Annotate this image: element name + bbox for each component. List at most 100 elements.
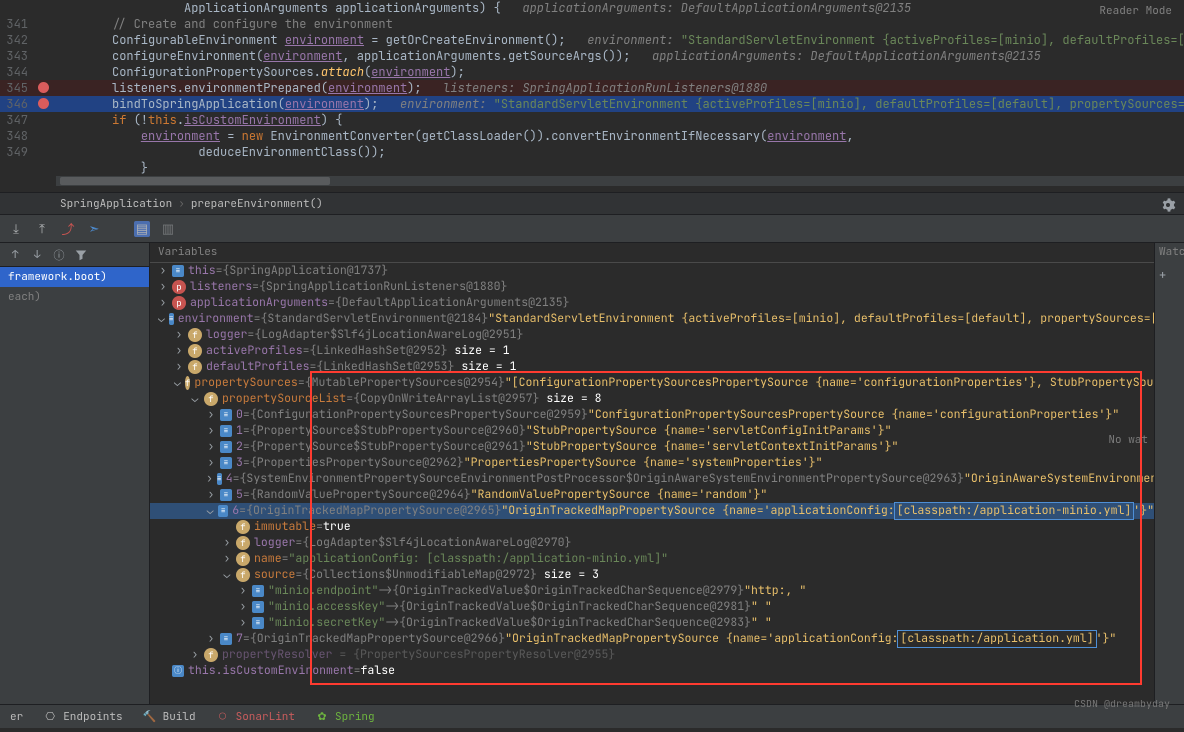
- sb-er[interactable]: er: [10, 710, 23, 724]
- caret-icon[interactable]: ›: [174, 359, 184, 375]
- variables-tree[interactable]: ›≡this = {SpringApplication@1737}›pliste…: [150, 263, 1154, 704]
- tree-node[interactable]: ›≡"minio.secretKey" -> {OriginTrackedVal…: [150, 615, 1154, 631]
- caret-icon[interactable]: ›: [222, 535, 232, 551]
- tree-node[interactable]: ›≡2 = {PropertySource$StubPropertySource…: [150, 439, 1154, 455]
- caret-icon[interactable]: ›: [158, 295, 168, 311]
- tree-node[interactable]: ›≡0 = {ConfigurationPropertySourcesPrope…: [150, 407, 1154, 423]
- caret-icon[interactable]: ›: [174, 327, 184, 343]
- tree-node[interactable]: ›≡4 = {SystemEnvironmentPropertySourceEn…: [150, 471, 1154, 487]
- breakpoint-icon[interactable]: [38, 98, 49, 109]
- tree-node[interactable]: fimmutable = true: [150, 519, 1154, 535]
- caret-icon[interactable]: ›: [206, 407, 216, 423]
- code-line[interactable]: 341// Create and configure the environme…: [0, 16, 1184, 32]
- code-line[interactable]: 346bindToSpringApplication(environment);…: [0, 96, 1184, 112]
- editor-horizontal-scrollbar[interactable]: [56, 176, 1184, 186]
- caret-icon[interactable]: ›: [206, 487, 216, 503]
- tree-node[interactable]: ⌄fsource = {Collections$UnmodifiableMap@…: [150, 567, 1154, 583]
- caret-icon[interactable]: ›: [206, 423, 216, 439]
- evaluate-icon[interactable]: ▤: [134, 221, 150, 237]
- code-line[interactable]: 348 environment = new EnvironmentConvert…: [0, 128, 1184, 144]
- breakpoint-gutter[interactable]: [36, 144, 56, 160]
- breakpoint-gutter[interactable]: [36, 80, 56, 96]
- tree-node[interactable]: ›fdefaultProfiles = {LinkedHashSet@2953}…: [150, 359, 1154, 375]
- breakpoint-gutter[interactable]: [36, 16, 56, 32]
- caret-icon[interactable]: ›: [174, 343, 184, 359]
- sb-spring[interactable]: ✿ Spring: [315, 710, 375, 724]
- caret-icon[interactable]: ›: [206, 471, 213, 487]
- code-line[interactable]: 343configureEnvironment(environment, app…: [0, 48, 1184, 64]
- crumb-method[interactable]: prepareEnvironment(): [191, 197, 323, 211]
- tree-node[interactable]: ›fpropertyResolver = {PropertySourcesPro…: [150, 647, 1154, 663]
- frame-row[interactable]: each): [0, 287, 149, 307]
- funnel-icon[interactable]: [72, 246, 90, 264]
- scrollbar-thumb[interactable]: [60, 177, 330, 185]
- caret-icon[interactable]: ›: [222, 551, 232, 567]
- layout-icon[interactable]: ▥: [160, 221, 176, 237]
- tree-node[interactable]: ›≡this = {SpringApplication@1737}: [150, 263, 1154, 279]
- tree-node[interactable]: ›≡3 = {PropertiesPropertySource@2962} "P…: [150, 455, 1154, 471]
- tree-node[interactable]: ›flogger = {LogAdapter$Slf4jLocationAwar…: [150, 535, 1154, 551]
- caret-icon[interactable]: ⌄: [190, 391, 200, 407]
- caret-icon[interactable]: ›: [206, 631, 216, 647]
- step-out-icon[interactable]: ⤴: [60, 221, 76, 237]
- tree-node[interactable]: ›≡7 = {OriginTrackedMapPropertySource@29…: [150, 631, 1154, 647]
- frames-down-icon[interactable]: ↓: [28, 246, 46, 264]
- caret-icon[interactable]: ⌄: [222, 567, 232, 583]
- caret-icon[interactable]: ⌄: [158, 311, 165, 327]
- tree-node[interactable]: ›≡"minio.accessKey" -> {OriginTrackedVal…: [150, 599, 1154, 615]
- tree-node[interactable]: ›factiveProfiles = {LinkedHashSet@2952} …: [150, 343, 1154, 359]
- step-over-icon[interactable]: ⤓: [8, 221, 24, 237]
- caret-icon[interactable]: ›: [238, 599, 248, 615]
- frames-up-icon[interactable]: ↑: [6, 246, 24, 264]
- code-line[interactable]: ApplicationArguments applicationArgument…: [0, 0, 1184, 16]
- tree-node[interactable]: ⌄fpropertySources = {MutablePropertySour…: [150, 375, 1154, 391]
- breakpoint-gutter[interactable]: [36, 160, 56, 176]
- sb-sonarlint[interactable]: ◯ SonarLint: [216, 710, 295, 724]
- add-watch-icon[interactable]: +: [1159, 267, 1180, 283]
- caret-icon[interactable]: ›: [206, 455, 216, 471]
- tree-node[interactable]: ›papplicationArguments = {DefaultApplica…: [150, 295, 1154, 311]
- breakpoint-gutter[interactable]: [36, 96, 56, 112]
- caret-icon[interactable]: ›: [238, 583, 248, 599]
- code-line[interactable]: }: [0, 160, 1184, 176]
- tree-node[interactable]: ›fname = "applicationConfig: [classpath:…: [150, 551, 1154, 567]
- breakpoint-gutter[interactable]: [36, 128, 56, 144]
- breakpoint-gutter[interactable]: [36, 112, 56, 128]
- frames-filter-icon[interactable]: ⓘ: [50, 246, 68, 264]
- caret-icon[interactable]: ⌄: [174, 375, 181, 391]
- breakpoint-gutter[interactable]: [36, 48, 56, 64]
- breakpoint-gutter[interactable]: [36, 0, 56, 16]
- frame-row[interactable]: framework.boot): [0, 267, 149, 287]
- tree-node[interactable]: ›≡5 = {RandomValuePropertySource@2964} "…: [150, 487, 1154, 503]
- breakpoint-gutter[interactable]: [36, 32, 56, 48]
- breakpoint-icon[interactable]: [38, 82, 49, 93]
- breakpoint-gutter[interactable]: [36, 64, 56, 80]
- caret-icon[interactable]: ›: [190, 647, 200, 663]
- crumb-class[interactable]: SpringApplication: [60, 197, 172, 211]
- code-line[interactable]: 349 deduceEnvironmentClass());: [0, 144, 1184, 160]
- tree-node[interactable]: ›≡"minio.endpoint" -> {OriginTrackedValu…: [150, 583, 1154, 599]
- code-line[interactable]: 344ConfigurationPropertySources.attach(e…: [0, 64, 1184, 80]
- caret-icon[interactable]: ⌄: [206, 503, 214, 519]
- caret-icon[interactable]: ›: [206, 439, 216, 455]
- step-into-icon[interactable]: ⤒: [34, 221, 50, 237]
- gear-icon[interactable]: [1160, 197, 1176, 213]
- caret-icon[interactable]: ›: [158, 263, 168, 279]
- caret-icon[interactable]: ›: [158, 279, 168, 295]
- tree-node[interactable]: ⌄≡environment = {StandardServletEnvironm…: [150, 311, 1154, 327]
- reader-mode-label[interactable]: Reader Mode: [1099, 4, 1172, 18]
- sb-build[interactable]: 🔨 Build: [143, 710, 196, 724]
- tree-node[interactable]: ⌄fpropertySourceList = {CopyOnWriteArray…: [150, 391, 1154, 407]
- sb-endpoints[interactable]: ⎔ Endpoints: [43, 710, 122, 724]
- code-line[interactable]: 345listeners.environmentPrepared(environ…: [0, 80, 1184, 96]
- caret-icon[interactable]: ›: [238, 615, 248, 631]
- run-to-cursor-icon[interactable]: ➣: [86, 221, 102, 237]
- code-line[interactable]: 342ConfigurableEnvironment environment =…: [0, 32, 1184, 48]
- code-line[interactable]: 347if (!this.isCustomEnvironment) {: [0, 112, 1184, 128]
- tree-node[interactable]: ›flogger = {LogAdapter$Slf4jLocationAwar…: [150, 327, 1154, 343]
- tree-node[interactable]: ⓘthis.isCustomEnvironment = false: [150, 663, 1154, 679]
- tree-node[interactable]: ⌄≡6 = {OriginTrackedMapPropertySource@29…: [150, 503, 1154, 519]
- spring-icon: ✿: [315, 710, 329, 724]
- tree-node[interactable]: ›plisteners = {SpringApplicationRunListe…: [150, 279, 1154, 295]
- tree-node[interactable]: ›≡1 = {PropertySource$StubPropertySource…: [150, 423, 1154, 439]
